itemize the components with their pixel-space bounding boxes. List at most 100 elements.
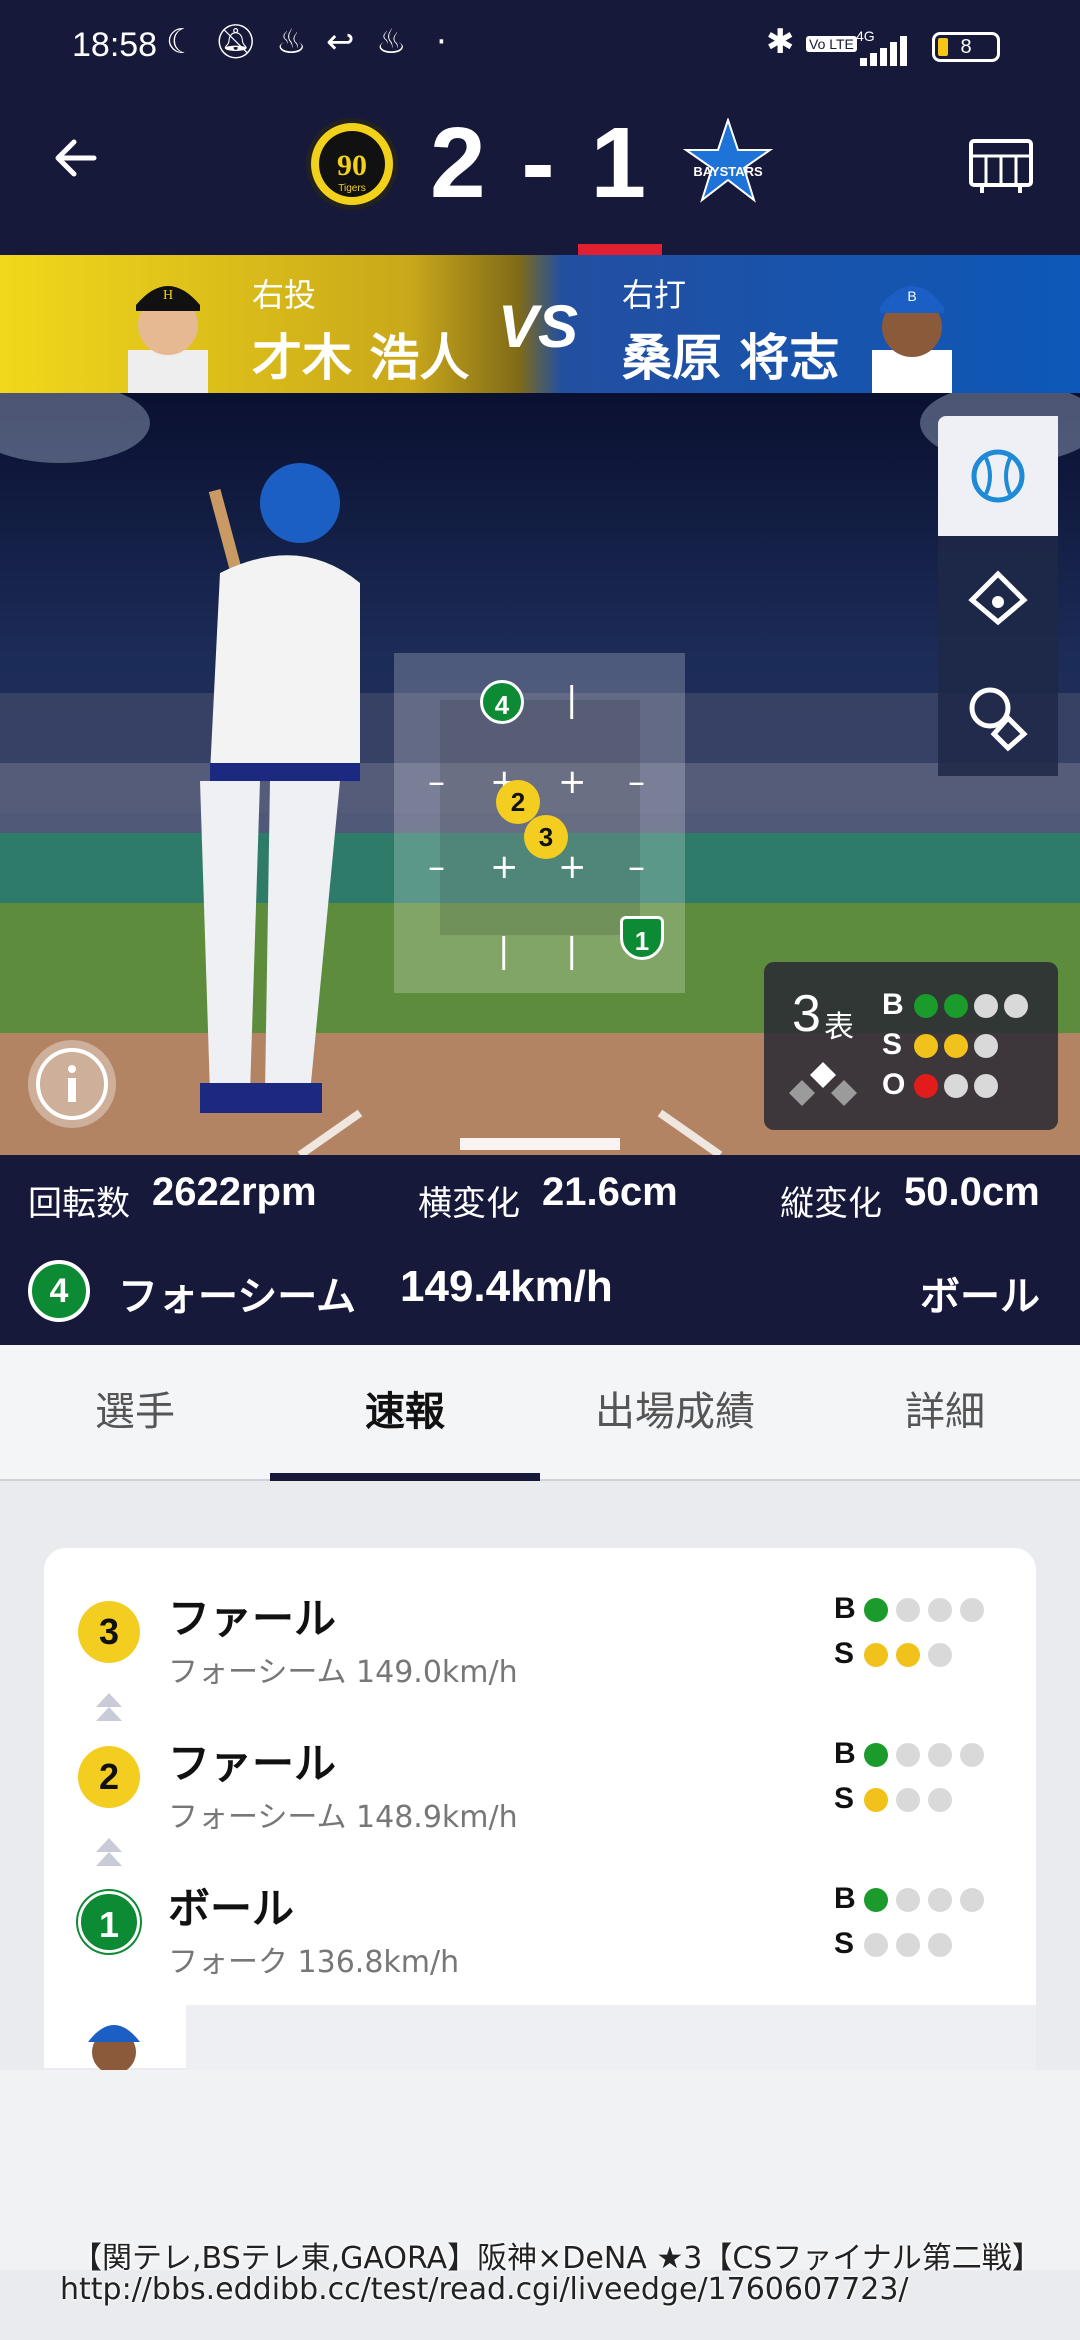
bluetooth-icon: ✱ <box>766 22 795 62</box>
feed-b-label: B <box>834 1882 856 1915</box>
count-dot <box>896 1743 920 1767</box>
app-notification-icon: ♨ <box>276 22 307 62</box>
tab-players[interactable]: 選手 <box>0 1345 270 1479</box>
pitcher-name[interactable]: 才木 浩人 <box>252 318 469 390</box>
count-dot <box>1004 994 1028 1018</box>
feed-b-label: B <box>834 1592 856 1625</box>
hbreak-value: 21.6cm <box>542 1170 678 1214</box>
current-pitch-result: ボール <box>920 1274 1040 1320</box>
count-dot <box>928 1933 952 1957</box>
current-pitch-speed: 149.4km/h <box>400 1262 613 1311</box>
vs-label: VS <box>498 293 579 360</box>
info-icon[interactable] <box>24 1036 120 1132</box>
inning-half: 表 <box>824 1010 854 1045</box>
svg-text:B: B <box>907 288 916 304</box>
pitch-marker[interactable]: 1 <box>620 916 664 960</box>
feed-s-label: S <box>834 1927 855 1960</box>
count-dot <box>960 1743 984 1767</box>
count-dot <box>864 1643 888 1667</box>
chevron-up-icon <box>96 1707 122 1721</box>
pitcher-avatar: H <box>128 286 208 393</box>
current-pitch-number: 4 <box>28 1260 90 1322</box>
count-dot <box>896 1888 920 1912</box>
feed-pitch-number: 2 <box>78 1746 140 1808</box>
zone-tick: – <box>428 847 445 887</box>
tab-stats[interactable]: 出場成績 <box>540 1345 810 1479</box>
feed-pitch-detail: フォーシーム 149.0km/h <box>168 1655 518 1690</box>
count-dot <box>960 1598 984 1622</box>
battery-level: 8 <box>960 36 972 58</box>
count-dot <box>896 1598 920 1622</box>
pitch-marker[interactable]: 4 <box>480 680 524 724</box>
count-dot <box>928 1888 952 1912</box>
hbreak-label: 横変化 <box>418 1184 520 1224</box>
count-dot <box>928 1788 952 1812</box>
mute-icon: 🔕︎ <box>214 22 258 62</box>
feed-pitch-number: 1 <box>78 1891 140 1953</box>
feed-pitch-result: ファール <box>168 1739 337 1788</box>
game-score: 2 - 1 <box>430 107 651 219</box>
count-dot <box>914 1074 938 1098</box>
count-b-label: B <box>882 988 904 1021</box>
count-dot <box>974 1074 998 1098</box>
tab-details[interactable]: 詳細 <box>810 1345 1080 1479</box>
ball-diamond-icon <box>969 687 1028 752</box>
zone-tick: – <box>628 762 645 802</box>
count-dot <box>864 1888 888 1912</box>
count-dot <box>896 1788 920 1812</box>
stream-title-overlay: 【関テレ,BSテレ東,GAORA】阪神×DeNA ★3【CSファイナル第二戦】 <box>72 2241 1042 2276</box>
count-dot <box>914 1034 938 1058</box>
reply-icon: ↩ <box>326 22 355 62</box>
zone-tick: | <box>566 931 578 971</box>
count-dot <box>864 1743 888 1767</box>
score-indicator <box>578 244 662 255</box>
more-dot-icon: · <box>436 22 447 62</box>
batter-avatar: B <box>872 286 952 393</box>
baseball-icon <box>971 449 1025 503</box>
moon-icon: ☾ <box>166 22 197 62</box>
feed-pitch-number: 3 <box>78 1601 140 1663</box>
batter-name[interactable]: 桑原 将志 <box>622 318 839 390</box>
spin-label: 回転数 <box>28 1184 130 1224</box>
signal-icon <box>860 36 907 66</box>
count-panel: 3 表 B S O <box>764 962 1058 1130</box>
active-tab-indicator <box>270 1473 540 1481</box>
chevron-up-icon <box>96 1838 122 1852</box>
count-dot <box>944 994 968 1018</box>
stats-view-button[interactable] <box>938 656 1058 776</box>
spin-value: 2622rpm <box>152 1170 317 1214</box>
field-view-button[interactable] <box>938 536 1058 656</box>
feed-s-label: S <box>834 1637 855 1670</box>
zone-tick: – <box>428 762 445 802</box>
zone-tick: + <box>490 847 519 887</box>
count-dot <box>914 994 938 1018</box>
count-dot <box>928 1598 952 1622</box>
count-o-label: O <box>882 1068 906 1101</box>
zone-tick: | <box>498 931 510 971</box>
feed-pitch-detail: フォーシーム 148.9km/h <box>168 1800 518 1835</box>
pitch-view-button[interactable] <box>938 416 1058 536</box>
vbreak-label: 縦変化 <box>780 1184 882 1224</box>
inning-number: 3 <box>792 985 821 1043</box>
feed-pitch-result: ボール <box>168 1884 295 1933</box>
svg-text:90: 90 <box>337 149 367 182</box>
status-time: 18:58 <box>72 26 158 64</box>
count-dot <box>864 1788 888 1812</box>
feed-pitch-detail: フォーク 136.8km/h <box>168 1945 460 1980</box>
vbreak-value: 50.0cm <box>904 1170 1040 1214</box>
back-arrow-icon[interactable] <box>48 130 104 186</box>
zone-tick: | <box>566 680 578 720</box>
batter-summary-row[interactable] <box>186 2005 1036 2075</box>
tab-live[interactable]: 速報 <box>270 1345 540 1479</box>
battery-icon: 8 <box>932 32 1000 62</box>
scoreboard-icon[interactable] <box>968 138 1034 194</box>
count-dot <box>960 1888 984 1912</box>
pitch-marker[interactable]: 3 <box>524 815 568 859</box>
svg-text:Tigers: Tigers <box>338 183 365 194</box>
app-notification-icon: ♨ <box>376 22 407 62</box>
count-dot <box>944 1074 968 1098</box>
count-dot <box>896 1933 920 1957</box>
stream-url-overlay: http://bbs.eddibb.cc/test/read.cgi/livee… <box>60 2272 909 2307</box>
feed-s-label: S <box>834 1782 855 1815</box>
count-dot <box>864 1598 888 1622</box>
